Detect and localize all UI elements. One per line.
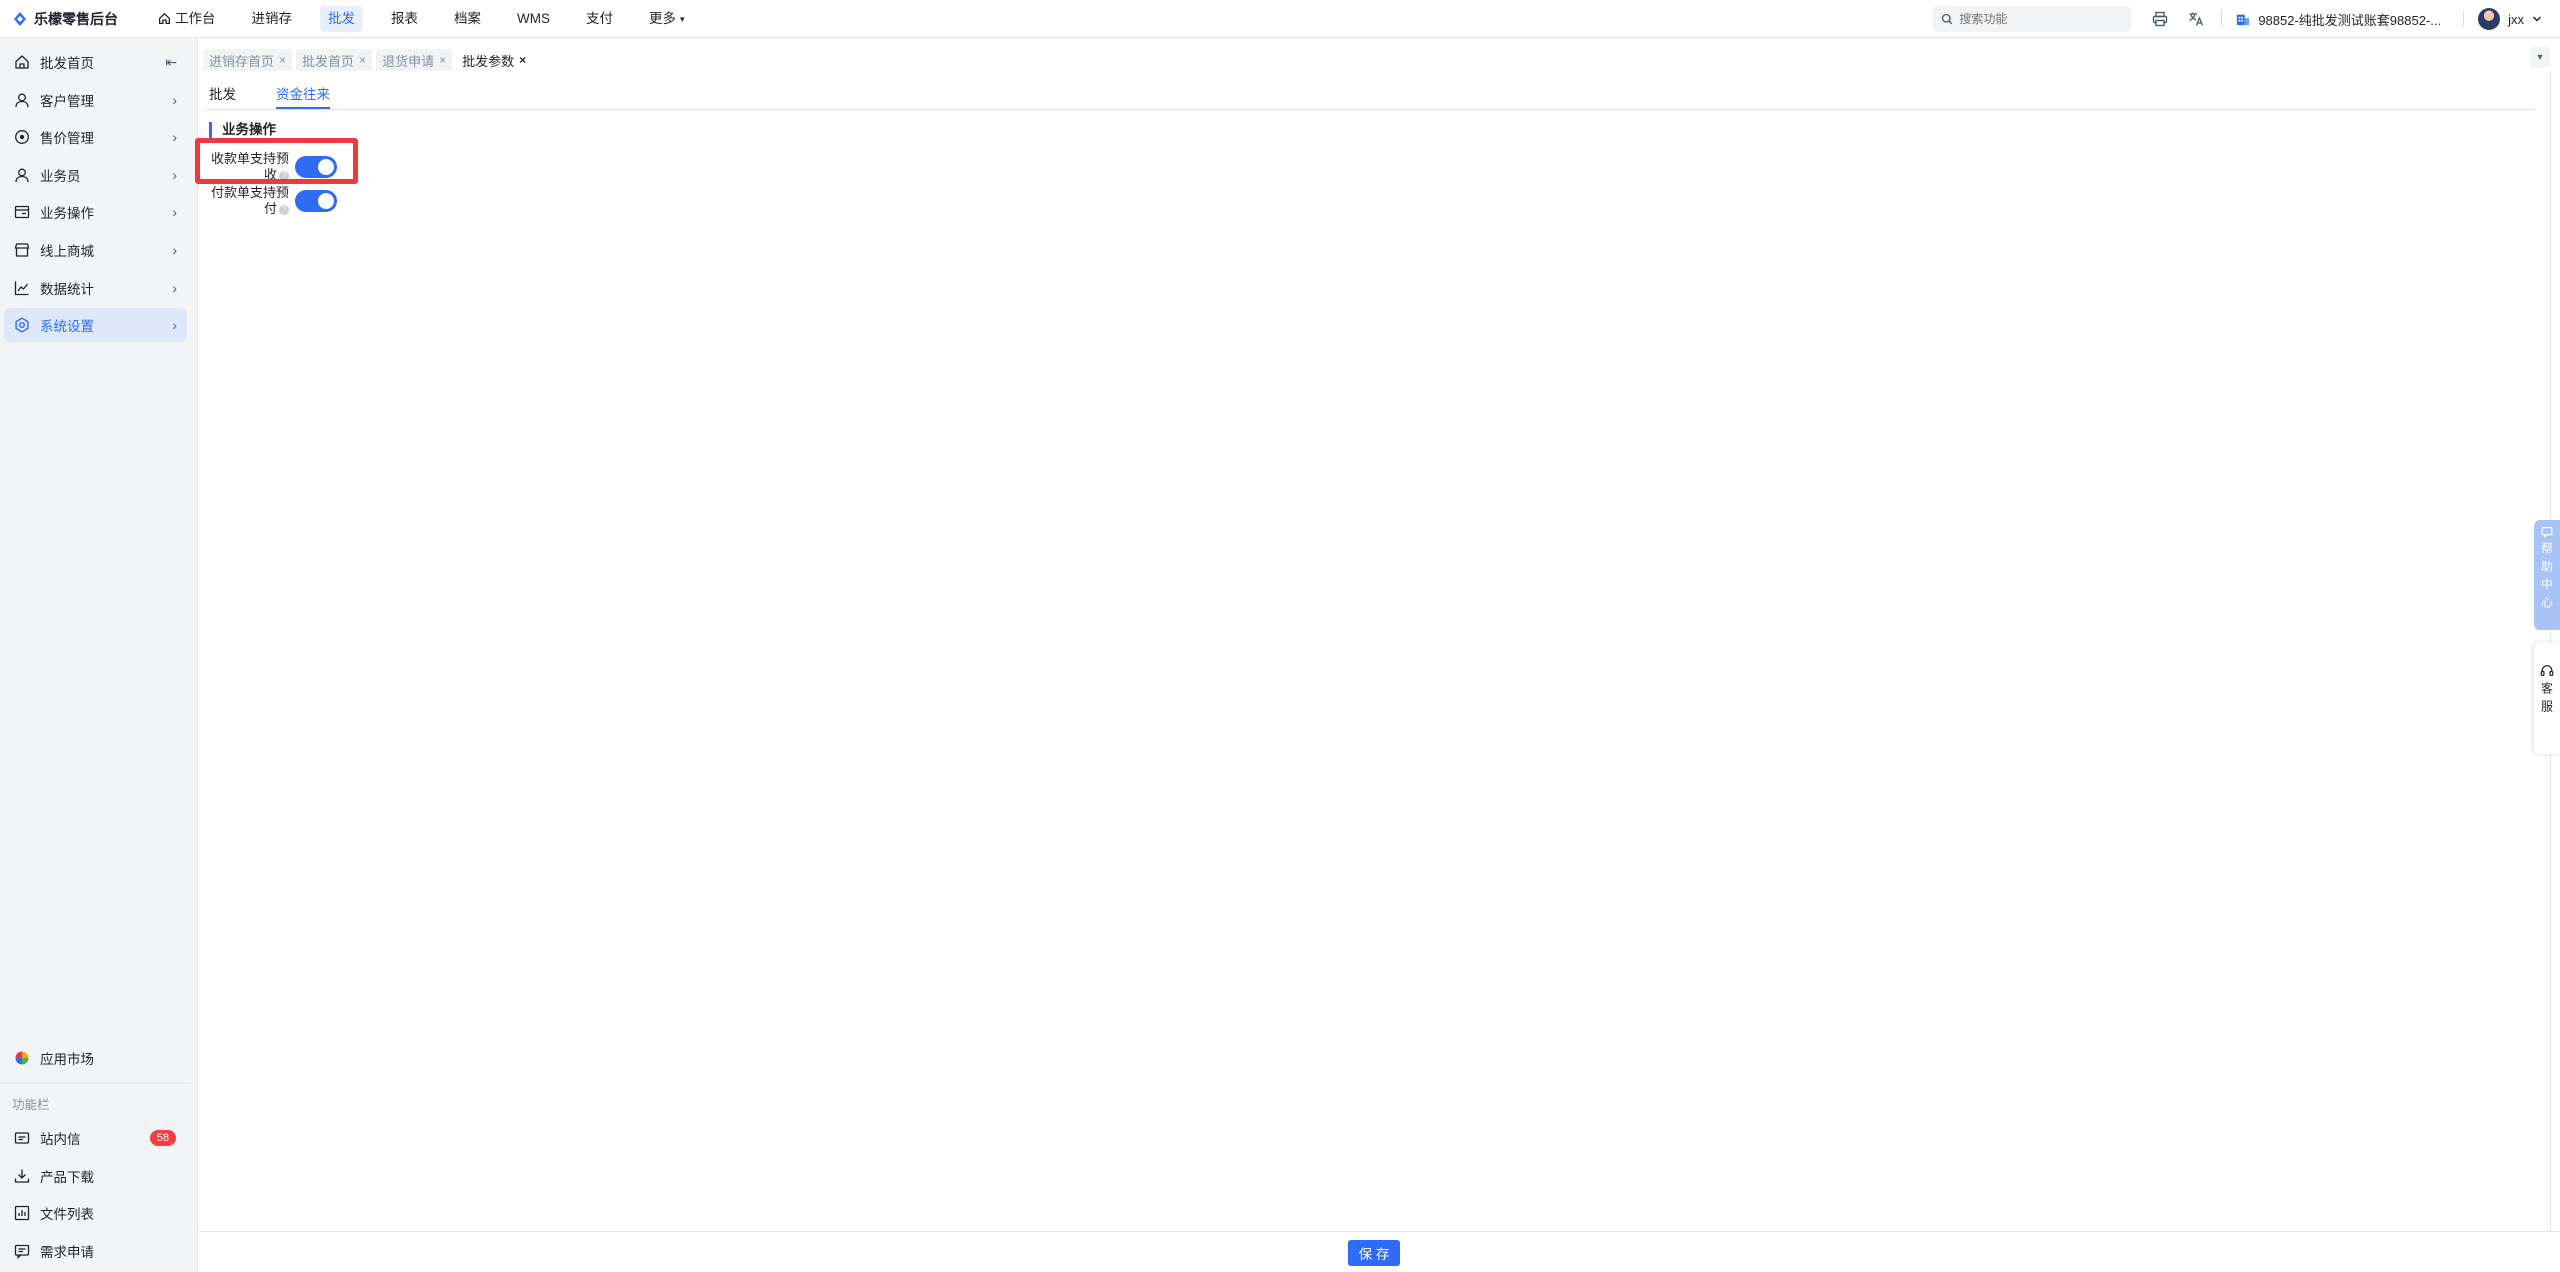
caret-down-icon: ▾: [680, 13, 685, 24]
payment-prepay-toggle[interactable]: [295, 190, 337, 212]
nav-item-wholesale[interactable]: 批发: [320, 5, 363, 32]
subtab-fund-transactions[interactable]: 资金往来: [276, 83, 330, 109]
main-content: 批发 资金往来 业务操作 收款单支持预 收? 付款单支持预 付?: [199, 71, 2543, 1231]
help-center-label: 帮助中心: [2539, 542, 2554, 614]
home-icon: [158, 12, 171, 25]
store-icon: [14, 243, 30, 257]
page-tabs: 进销存首页 × 批发首页 × 退货申请 × 批发参数 × ▾: [199, 45, 2560, 71]
sidebar-item-salesman[interactable]: 业务员 ›: [4, 158, 187, 192]
sub-tabs: 批发 资金往来: [209, 83, 330, 109]
chevron-right-icon: ›: [172, 317, 177, 334]
tab-wholesale-params[interactable]: 批发参数 ×: [456, 49, 533, 71]
chevron-down-icon: [2532, 16, 2542, 22]
highlight-box: [195, 138, 358, 184]
search-input[interactable]: [1959, 12, 2110, 26]
chart-icon: [14, 281, 29, 295]
collapse-sidebar-icon[interactable]: ⇤: [165, 54, 177, 71]
download-icon: [14, 1169, 30, 1183]
request-icon: [14, 1244, 30, 1259]
chevron-right-icon: ›: [172, 91, 177, 108]
save-button[interactable]: 保 存: [1348, 1240, 1400, 1266]
headset-icon: [2540, 665, 2554, 676]
nav-item-inventory[interactable]: 进销存: [244, 6, 301, 32]
tab-inventory-home[interactable]: 进销存首页 ×: [203, 49, 293, 71]
chevron-right-icon: ›: [172, 166, 177, 183]
sidebar-item-download[interactable]: 产品下载: [4, 1159, 188, 1193]
price-icon: [15, 130, 29, 145]
nav-item-wms[interactable]: WMS: [509, 6, 558, 32]
section-title: 业务操作: [209, 122, 276, 138]
chevron-right-icon: ›: [172, 129, 177, 146]
top-bar: 乐檬零售后台 工作台 进销存 批发 报表 档案 WMS 支付 更多▾ 98852…: [0, 0, 2560, 38]
chevron-right-icon: ›: [172, 279, 177, 296]
divider: [205, 109, 2535, 110]
sidebar-item-online-store[interactable]: 线上商城 ›: [4, 233, 187, 267]
nav-item-payment[interactable]: 支付: [578, 6, 621, 32]
close-icon[interactable]: ×: [279, 53, 286, 67]
top-nav: 工作台 进销存 批发 报表 档案 WMS 支付 更多 ▾: [150, 0, 713, 38]
file-list-icon: [14, 1206, 30, 1221]
tabs-dropdown-icon[interactable]: ▾: [2530, 47, 2550, 67]
print-icon[interactable]: [2149, 8, 2171, 30]
sidebar-item-price[interactable]: 售价管理 ›: [4, 120, 187, 154]
search-box[interactable]: [1933, 6, 2132, 32]
gear-icon: [15, 317, 29, 333]
person-icon: [15, 168, 29, 182]
customer-service-float[interactable]: 客服: [2534, 642, 2560, 754]
sidebar-item-wholesale-home[interactable]: 批发首页 ⇤: [4, 45, 187, 79]
nav-item-more[interactable]: 更多 ▾: [641, 6, 693, 32]
sidebar-bottom: 应用市场 功能栏 站内信 58 产品下载 文件列表 需求申请: [0, 1041, 198, 1272]
brand-logo-icon: [14, 11, 26, 26]
chevron-right-icon: ›: [172, 204, 177, 221]
subtab-wholesale[interactable]: 批发: [209, 83, 236, 109]
company-switcher[interactable]: 98852-纯批发测试账套98852-...: [2236, 10, 2441, 29]
user-menu[interactable]: jxx: [2478, 8, 2542, 30]
sidebar-item-requests[interactable]: 需求申请: [4, 1234, 188, 1268]
tab-wholesale-home[interactable]: 批发首页 ×: [296, 49, 373, 71]
sidebar: 批发首页 ⇤ 客户管理 › 售价管理 › 业务员 › 业务操作 › 线上商城 ›: [0, 38, 198, 1272]
close-icon[interactable]: ×: [359, 53, 366, 67]
help-icon[interactable]: ?: [279, 204, 289, 215]
sidebar-menu: 批发首页 ⇤ 客户管理 › 售价管理 › 业务员 › 业务操作 › 线上商城 ›: [0, 38, 197, 343]
home-icon: [15, 55, 29, 69]
customer-service-label: 客服: [2539, 682, 2554, 718]
func-bar-label: 功能栏: [0, 1083, 188, 1121]
sidebar-item-app-market[interactable]: 应用市场: [4, 1041, 188, 1075]
translate-icon[interactable]: [2185, 8, 2207, 30]
divider: [2221, 11, 2223, 27]
search-icon: [1942, 13, 1953, 25]
tab-return-request[interactable]: 退货申请 ×: [376, 49, 453, 71]
message-icon: [14, 1132, 30, 1144]
user-icon: [15, 93, 29, 107]
top-right: 98852-纯批发测试账套98852-... jxx: [1933, 0, 2560, 38]
company-icon: [2237, 14, 2250, 26]
divider: [2463, 11, 2465, 27]
chevron-right-icon: ›: [172, 241, 177, 258]
avatar: [2478, 8, 2501, 30]
operation-icon: [14, 206, 30, 219]
chat-icon: [2541, 526, 2553, 538]
footer-bar: 保 存: [199, 1231, 2560, 1272]
sidebar-item-statistics[interactable]: 数据统计 ›: [4, 271, 187, 305]
sidebar-item-operation[interactable]: 业务操作 ›: [4, 195, 187, 229]
setting-payment-prepay: 付款单支持预 付?: [205, 185, 355, 217]
help-center-float[interactable]: 帮助中心: [2534, 520, 2560, 630]
app-market-icon: [15, 1051, 29, 1065]
nav-item-reports[interactable]: 报表: [383, 6, 426, 32]
sidebar-item-system-settings[interactable]: 系统设置 ›: [4, 308, 187, 343]
nav-item-workbench[interactable]: 工作台: [150, 6, 224, 32]
app-title: 乐檬零售后台: [34, 10, 118, 27]
company-name: 98852-纯批发测试账套98852-...: [2258, 12, 2442, 28]
user-name: jxx: [2508, 11, 2524, 27]
close-icon[interactable]: ×: [439, 53, 446, 67]
brand[interactable]: 乐檬零售后台: [0, 9, 150, 29]
sidebar-item-file-list[interactable]: 文件列表: [4, 1196, 188, 1230]
sidebar-item-customer[interactable]: 客户管理 ›: [4, 83, 187, 117]
close-icon[interactable]: ×: [519, 53, 526, 67]
setting-label: 付款单支持预 付?: [210, 185, 289, 216]
nav-item-archive[interactable]: 档案: [446, 6, 489, 32]
message-count-badge: 58: [149, 1130, 176, 1147]
sidebar-item-messages[interactable]: 站内信 58: [4, 1121, 188, 1155]
